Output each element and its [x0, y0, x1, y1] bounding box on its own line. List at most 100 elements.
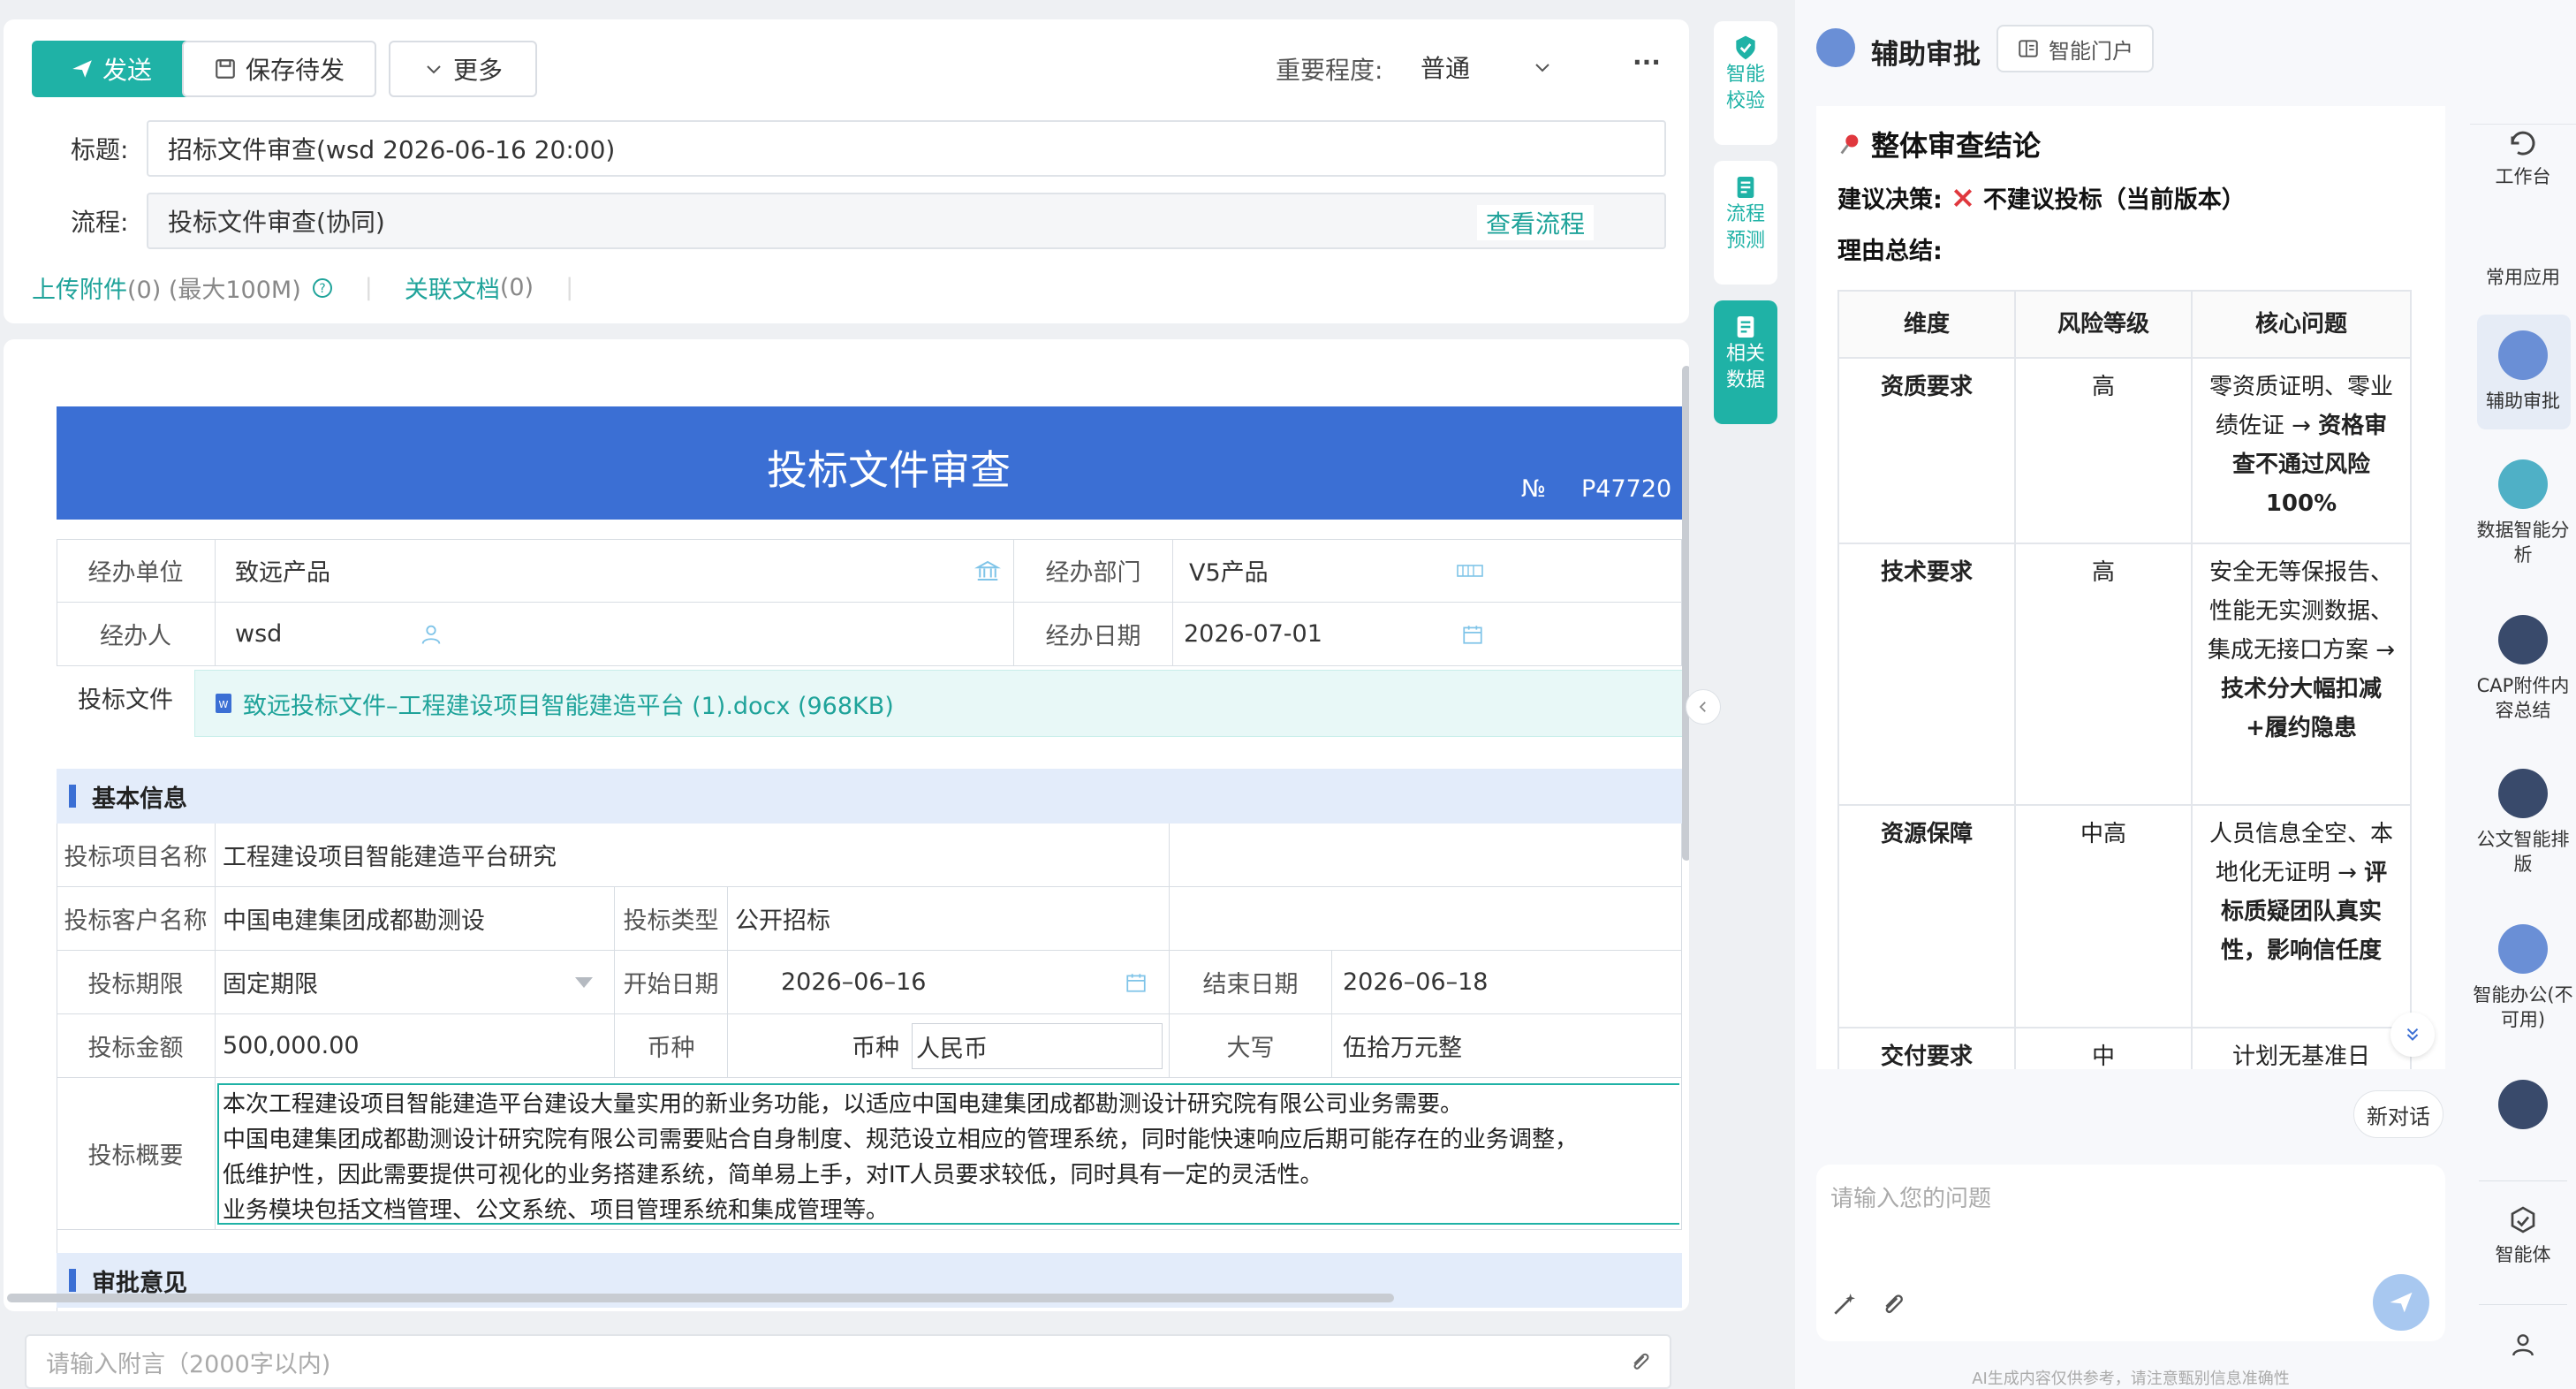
start-date-field[interactable]: 2026–06–16	[728, 951, 1170, 1014]
collapse-panel-button[interactable]	[1686, 689, 1721, 725]
smart-portal-button[interactable]: 智能门户	[1996, 25, 2154, 72]
flow-label: 流程:	[71, 208, 129, 237]
shield-check-icon	[1731, 34, 1760, 62]
row-risk: 中高	[2016, 806, 2193, 1028]
row-dimension: 技术要求	[1839, 544, 2016, 806]
upload-attachment-link[interactable]: 上传附件	[32, 270, 127, 305]
app-smart-office[interactable]: 智能办公(不可用)	[2470, 924, 2576, 1032]
row-issue: 安全无等保报告、性能无实测数据、集成无接口方案 → 技术分大幅扣减+履约隐患	[2193, 544, 2412, 806]
app-more[interactable]	[2470, 1080, 2576, 1138]
assistant-avatar	[1816, 28, 1855, 67]
pin-icon	[1837, 132, 1862, 156]
user-icon[interactable]	[2509, 1331, 2537, 1359]
send-icon	[2388, 1289, 2414, 1316]
workbench-button[interactable]: 工作台	[2470, 127, 2576, 189]
decision-line: 建议决策: 不建议投标（当前版本）	[1837, 186, 2246, 214]
overflow-menu-icon[interactable]: ···	[1633, 48, 1661, 77]
project-name-field[interactable]: 工程建设项目智能建造平台研究	[216, 824, 1170, 887]
vertical-scrollbar[interactable]	[1682, 366, 1689, 861]
comment-input[interactable]: 请输入附言（2000字以内)	[25, 1334, 1671, 1389]
double-chevron-down-icon	[2403, 1025, 2422, 1044]
word-file-icon: W	[215, 693, 232, 714]
help-icon[interactable]: ?	[312, 277, 333, 299]
org-picker-icon[interactable]	[974, 558, 1001, 584]
chevron-down-icon	[423, 58, 444, 80]
th-issue: 核心问题	[2193, 292, 2412, 359]
period-label: 投标期限	[57, 951, 216, 1014]
reason-label: 理由总结:	[1837, 238, 1943, 265]
horizontal-scrollbar[interactable]	[7, 1294, 1394, 1302]
start-date-label: 开始日期	[615, 951, 728, 1014]
type-label: 投标类型	[615, 887, 728, 951]
related-doc-link[interactable]: 关联文档	[405, 270, 500, 305]
row-dimension: 资源保障	[1839, 806, 2016, 1028]
app-data-analysis[interactable]: 数据智能分析	[2470, 459, 2576, 567]
header-card: 发送 保存待发 更多 重要程度: 普通 ··· 标题: 招标文件审查(wsd 2…	[4, 19, 1689, 323]
attach-icon[interactable]	[1627, 1349, 1652, 1374]
save-draft-button[interactable]: 保存待发	[182, 41, 376, 97]
org-field[interactable]: 致远产品	[216, 539, 1014, 603]
data-doc-icon	[1731, 313, 1760, 341]
attachment-row: 上传附件 (0) (最大100M) ? | 关联文档 (0) |	[32, 270, 573, 305]
app-doc-layout[interactable]: 公文智能排版	[2470, 769, 2576, 877]
row-risk: 高	[2016, 359, 2193, 544]
portal-icon	[2017, 37, 2040, 60]
document-card: 投标文件审查 № P47720 经办单位 致远产品 经办部门 V5产品 经办人 …	[4, 339, 1689, 1311]
dept-picker-icon[interactable]	[1456, 560, 1484, 581]
cross-icon	[1951, 186, 1974, 209]
send-icon	[71, 57, 94, 80]
smart-check-tool[interactable]: 智能 校验	[1714, 21, 1777, 145]
attach-icon[interactable]	[1878, 1290, 1906, 1318]
calendar-icon[interactable]	[1125, 971, 1148, 994]
related-data-tool[interactable]: 相关 数据	[1714, 300, 1777, 424]
svg-text:?: ?	[319, 282, 325, 296]
dept-field[interactable]: V5产品	[1173, 539, 1682, 603]
app-avatar	[2498, 924, 2548, 974]
importance-label: 重要程度:	[1276, 56, 1383, 85]
save-icon	[214, 57, 237, 80]
date-label: 经办日期	[1014, 603, 1173, 666]
scroll-down-button[interactable]	[2390, 1013, 2435, 1057]
agent-button[interactable]: 智能体	[2470, 1205, 2576, 1267]
row-dimension: 资质要求	[1839, 359, 2016, 544]
period-select[interactable]: 固定期限	[216, 951, 615, 1014]
currency-cell: 币种 人民币	[728, 1014, 1170, 1078]
flow-predict-tool[interactable]: 流程 预测	[1714, 161, 1777, 285]
app-avatar	[2498, 459, 2548, 509]
calendar-icon[interactable]	[1461, 623, 1484, 646]
date-field[interactable]: 2026-07-01	[1173, 603, 1682, 666]
view-flow-link[interactable]: 查看流程	[1477, 205, 1595, 240]
send-button[interactable]: 发送	[32, 41, 191, 97]
amount-label: 投标金额	[57, 1014, 216, 1078]
th-risk: 风险等级	[2016, 292, 2193, 359]
agent-icon	[2507, 1205, 2539, 1237]
title-input[interactable]: 招标文件审查(wsd 2026-06-16 20:00)	[147, 120, 1666, 177]
question-input[interactable]: 请输入您的问题	[1816, 1165, 2445, 1341]
client-field[interactable]: 中国电建集团成都勘测设	[216, 887, 615, 951]
app-cap-summary[interactable]: CAP附件内容总结	[2470, 615, 2576, 723]
app-assist-approval[interactable]: 辅助审批	[2470, 330, 2576, 414]
handler-field[interactable]: wsd	[216, 603, 1014, 666]
currency-input[interactable]: 人民币	[912, 1023, 1163, 1069]
amount-field[interactable]: 500,000.00	[216, 1014, 615, 1078]
summary-label: 投标概要	[57, 1078, 216, 1230]
attached-file[interactable]: W 致远投标文件–工程建设项目智能建造平台 (1).docx (968KB)	[194, 670, 1687, 737]
summary-textarea[interactable]: 本次工程建设项目智能建造平台建设大量实用的新业务功能，以适应中国电建集团成都勘测…	[217, 1083, 1679, 1225]
summary-cell: 本次工程建设项目智能建造平台建设大量实用的新业务功能，以适应中国电建集团成都勘测…	[216, 1078, 1682, 1230]
app-avatar	[2498, 1080, 2548, 1129]
th-dimension: 维度	[1839, 292, 2016, 359]
new-chat-button[interactable]: 新对话	[2353, 1090, 2443, 1138]
importance-select[interactable]: 普通	[1421, 44, 1553, 90]
document-banner: 投标文件审查 № P47720	[57, 406, 1682, 520]
send-question-button[interactable]	[2373, 1274, 2429, 1331]
magic-wand-icon[interactable]	[1830, 1290, 1859, 1318]
row-issue: 计划无基准日	[2193, 1028, 2412, 1069]
svg-text:W: W	[219, 699, 229, 710]
handler-label: 经办人	[57, 603, 216, 666]
user-picker-icon[interactable]	[419, 622, 443, 647]
end-date-field[interactable]: 2026–06–18	[1332, 951, 1682, 1014]
more-button[interactable]: 更多	[389, 41, 537, 97]
dropdown-caret-icon	[573, 975, 595, 990]
type-field[interactable]: 公开招标	[728, 887, 1170, 951]
capital-field: 伍拾万元整	[1332, 1014, 1682, 1078]
